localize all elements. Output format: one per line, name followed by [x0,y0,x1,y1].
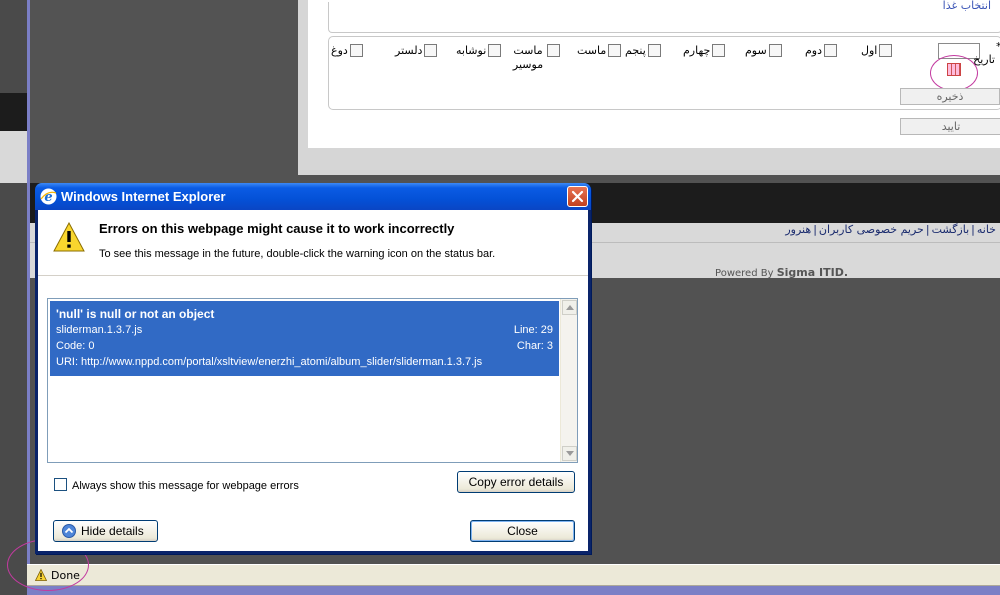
food-option-label: ماست موسیر [512,44,544,71]
food-option-label: چهارم [683,44,711,57]
left-frame-dark-band [0,93,27,131]
food-option[interactable]: سوم [745,44,784,58]
powered-by-brand: Sigma ITID. [776,266,848,279]
warning-triangle-icon [53,222,85,252]
food-option-label: دلستر [395,44,423,57]
food-option-checkbox[interactable] [547,44,560,57]
footer-link[interactable]: حریم خصوصی کاربران [819,223,924,236]
left-frame-light-band [0,131,27,183]
food-option[interactable]: دلستر [395,44,439,58]
footer-links: خانه|بازگشت|حریم خصوصی کاربران|هنرور [783,223,996,236]
meal-selection-legend: انتخاب غذا [940,0,993,12]
date-label: تاریخ [973,53,995,66]
footer-link[interactable]: هنرور [785,223,811,236]
footer-link[interactable]: بازگشت [932,223,970,236]
food-option-label: ماست [577,44,607,57]
footer-link-separator: | [971,223,975,236]
footer-link[interactable]: خانه [977,223,996,236]
error-message: 'null' is null or not an object [56,307,215,321]
error-code: Code: 0 [56,340,95,352]
details-scrollbar[interactable] [560,299,577,462]
annotation-circle-calendar [930,55,978,91]
food-option-checkbox[interactable] [424,44,438,57]
food-option[interactable]: ماست [577,44,623,58]
food-option[interactable]: دوغ [331,44,365,58]
always-show-checkbox[interactable] [54,478,67,491]
footer-link-separator: | [813,223,817,236]
food-option[interactable]: چهارم [683,44,727,58]
food-option[interactable]: دوم [805,44,839,58]
food-option-checkbox[interactable] [608,44,622,57]
scroll-up-button[interactable] [562,300,577,315]
error-file: sliderman.1.3.7.js [56,324,143,336]
save-button[interactable]: ذخیره [900,88,1000,105]
scroll-up-icon [566,305,574,310]
error-line: Line: 29 [513,324,553,336]
powered-by: Powered By Sigma ITID. [715,266,848,279]
confirm-button[interactable]: تایید [900,118,1000,135]
hide-details-button[interactable]: Hide details [53,520,158,542]
close-button[interactable]: Close [470,520,575,542]
dialog-divider [38,275,588,276]
dialog-title: Windows Internet Explorer [61,189,226,204]
close-x-icon [571,190,584,203]
food-option-label: پنجم [625,44,646,57]
left-frame [0,0,27,595]
food-option-label: دوم [805,44,823,57]
dialog-headline: Errors on this webpage might cause it to… [99,221,455,236]
food-option-checkbox[interactable] [824,44,838,57]
food-option[interactable]: نوشابه [456,44,503,58]
required-mark: * [996,40,1000,53]
page-dark-area [30,0,300,183]
selected-error-entry[interactable]: 'null' is null or not an object sliderma… [50,301,559,376]
footer-link-separator: | [925,223,930,236]
meal-selection-fieldset: انتخاب غذا [328,0,1000,33]
meal-form: انتخاب غذا اول دوم سوم چهارم پنجم ماست ماست مو… [308,0,1000,148]
food-option-checkbox[interactable] [712,44,726,57]
scroll-down-icon [566,451,574,456]
food-option[interactable]: پنجم [625,44,663,58]
food-option-checkbox[interactable] [349,44,363,57]
meal-form-panel: انتخاب غذا اول دوم سوم چهارم پنجم ماست ماست مو… [298,0,1000,175]
powered-by-prefix: Powered By [715,268,774,279]
food-option[interactable]: اول [861,44,894,58]
ie-logo-icon: e [40,188,57,205]
food-options-row: اول دوم سوم چهارم پنجم ماست ماست موسیر نوشابه دل… [331,37,921,77]
dialog-title-bar[interactable]: e Windows Internet Explorer [35,183,591,210]
food-option-checkbox[interactable] [647,44,661,57]
food-option-label: نوشابه [456,44,487,57]
food-option[interactable]: ماست موسیر [511,44,562,72]
food-option-label: دوغ [331,44,348,57]
browser-status-bar: Done [27,564,1000,586]
error-char: Char: 3 [516,340,553,352]
chevron-up-icon [62,524,76,538]
copy-error-details-button[interactable]: Copy error details [457,471,575,493]
food-option-label: سوم [745,44,767,57]
always-show-label[interactable]: Always show this message for webpage err… [72,480,299,492]
dialog-subline: To see this message in the future, doubl… [99,248,496,260]
scroll-down-button[interactable] [562,446,577,461]
window-bottom-border [27,586,1000,595]
error-uri: URI: http://www.nppd.com/portal/xsltview… [56,356,483,368]
error-details-list[interactable]: 'null' is null or not an object sliderma… [47,298,578,463]
food-option-checkbox[interactable] [768,44,782,57]
food-option-label: اول [861,44,878,57]
title-close-button[interactable] [567,186,588,207]
hide-details-label: Hide details [81,524,144,538]
food-option-checkbox[interactable] [488,44,502,57]
food-option-checkbox[interactable] [879,44,893,57]
